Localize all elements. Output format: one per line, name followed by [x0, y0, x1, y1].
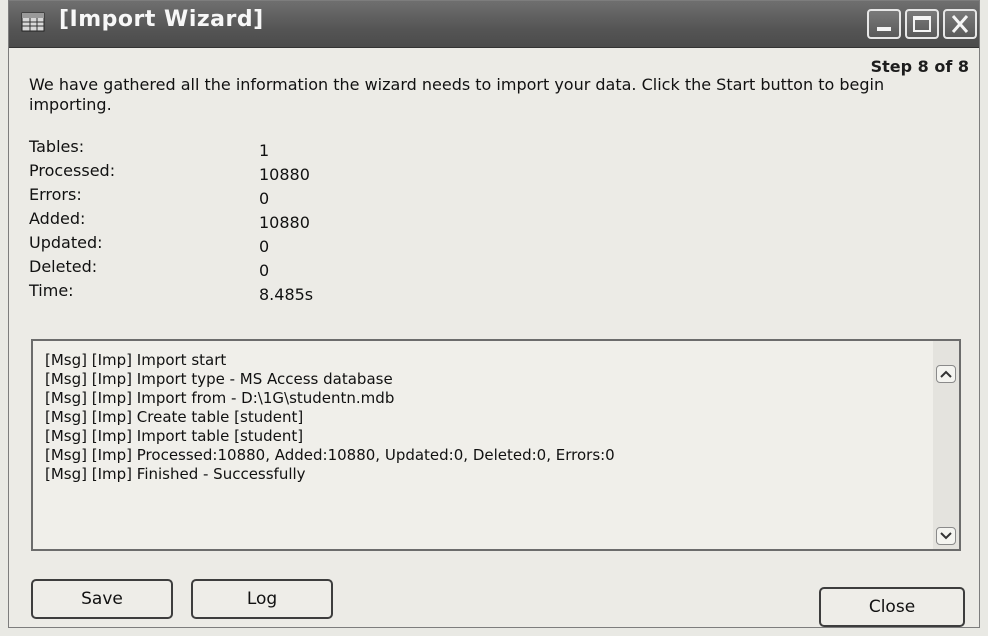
- stat-value: 0: [259, 261, 270, 280]
- chevron-up-icon: [940, 370, 952, 378]
- chevron-down-icon: [940, 532, 952, 540]
- intro-text: We have gathered all the information the…: [29, 75, 885, 114]
- save-button[interactable]: Save: [31, 579, 173, 619]
- log-line: [Msg] [Imp] Create table [student]: [45, 408, 304, 426]
- step-indicator: Step 8 of 8: [870, 57, 969, 76]
- log-lines: [Msg] [Imp] Import start [Msg] [Imp] Imp…: [45, 351, 615, 484]
- log-button-label: Log: [246, 589, 278, 609]
- close-button-label: Close: [868, 597, 916, 617]
- stat-value: 0: [259, 189, 270, 208]
- stat-value: 10880: [259, 165, 310, 184]
- stat-label: Deleted:: [29, 257, 98, 276]
- log-line: [Msg] [Imp] Import start: [45, 351, 227, 369]
- stat-label: Updated:: [29, 233, 103, 252]
- maximize-button[interactable]: [905, 9, 939, 39]
- stat-label: Tables:: [29, 137, 85, 156]
- minimize-button[interactable]: [867, 9, 901, 39]
- maximize-icon: [913, 16, 931, 32]
- close-window-button[interactable]: [943, 9, 977, 39]
- stat-label: Time:: [29, 281, 74, 300]
- save-button-label: Save: [81, 589, 123, 609]
- log-scrollbar[interactable]: [933, 341, 959, 549]
- log-line: [Msg] [Imp] Processed:10880, Added:10880…: [45, 446, 615, 464]
- log-textbox[interactable]: [Msg] [Imp] Import start [Msg] [Imp] Imp…: [31, 339, 961, 551]
- log-line: [Msg] [Imp] Import table [student]: [45, 427, 304, 445]
- stat-value: 1: [259, 141, 270, 160]
- stat-label: Errors:: [29, 185, 82, 204]
- stat-value: 0: [259, 237, 270, 256]
- import-wizard-window: [Import Wizard] Step 8 of 8 We have gath…: [8, 0, 980, 628]
- log-line: [Msg] [Imp] Import from - D:\1G\studentn…: [45, 389, 395, 407]
- minimize-icon: [877, 27, 891, 31]
- stat-label: Processed:: [29, 161, 116, 180]
- close-button[interactable]: Close: [819, 587, 965, 627]
- close-icon: [951, 15, 969, 33]
- log-line: [Msg] [Imp] Finished - Successfully: [45, 465, 306, 483]
- window-title: [Import Wizard]: [59, 7, 264, 32]
- log-line: [Msg] [Imp] Import type - MS Access data…: [45, 370, 393, 388]
- log-button[interactable]: Log: [191, 579, 333, 619]
- stat-label: Added:: [29, 209, 86, 228]
- table-grid-icon: [21, 12, 45, 32]
- stat-value: 10880: [259, 213, 310, 232]
- scroll-down-button[interactable]: [936, 527, 956, 545]
- scroll-up-button[interactable]: [936, 365, 956, 383]
- title-bar[interactable]: [Import Wizard]: [9, 1, 979, 48]
- stat-value: 8.485s: [259, 285, 314, 304]
